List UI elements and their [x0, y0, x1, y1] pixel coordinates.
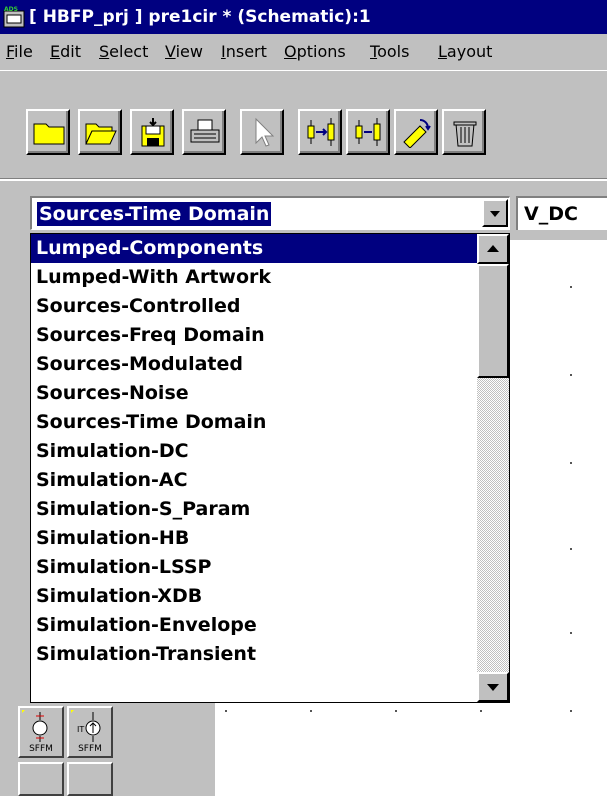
library-option[interactable]: Sources-Time Domain	[31, 408, 477, 437]
window-title: [ HBFP_prj ] pre1cir * (Schematic):1	[29, 7, 371, 27]
left-ruler	[0, 240, 19, 796]
library-dropdown-button[interactable]	[482, 199, 508, 227]
menu-layout-rest: ayout	[446, 42, 493, 61]
menu-select-key: S	[99, 42, 110, 61]
insert-port-button[interactable]	[298, 109, 342, 155]
sffm-source-icon	[22, 710, 48, 742]
menu-view-key: V	[165, 42, 176, 61]
menu-tools[interactable]: Tools	[370, 34, 409, 70]
component-name-field[interactable]: V_DC	[516, 196, 607, 230]
library-option[interactable]: Simulation-Transient	[31, 640, 477, 669]
chevron-down-icon	[490, 211, 500, 217]
dropdown-scrollbar[interactable]	[477, 234, 509, 702]
menu-select-rest: elect	[109, 42, 149, 61]
library-options: Lumped-Components Lumped-With Artwork So…	[31, 234, 477, 669]
menu-options-rest: ptions	[296, 42, 346, 61]
menu-insert-rest: nsert	[225, 42, 267, 61]
menu-insert[interactable]: Insert	[221, 34, 267, 70]
save-button[interactable]	[130, 109, 174, 155]
library-option[interactable]: Sources-Modulated	[31, 350, 477, 379]
insert-port-icon	[307, 118, 335, 146]
grid-dot	[225, 710, 227, 712]
print-button[interactable]	[182, 109, 226, 155]
menu-edit-key: E	[50, 42, 61, 61]
library-option[interactable]: Sources-Freq Domain	[31, 321, 477, 350]
component-name-value: V_DC	[524, 203, 578, 225]
library-option[interactable]: Simulation-HB	[31, 524, 477, 553]
menu-edit-rest: dit	[60, 42, 81, 61]
toolbar-separator	[0, 178, 607, 181]
open-folder-icon	[85, 123, 117, 145]
grid-dot	[310, 710, 312, 712]
palette-item-partial-1[interactable]	[18, 762, 64, 796]
grid-dot	[570, 462, 572, 464]
palette-item-label: SFFM	[29, 744, 53, 754]
grid-dot	[570, 374, 572, 376]
palette-item-label: SFFM	[78, 744, 102, 754]
grid-dot	[570, 548, 572, 550]
ads-app-icon: ADS	[3, 6, 25, 28]
grid-dot	[570, 286, 572, 288]
arrow-up-icon	[487, 245, 499, 252]
select-arrow-icon	[255, 117, 275, 147]
library-option[interactable]: Simulation-Envelope	[31, 611, 477, 640]
rotate-icon	[403, 119, 431, 148]
menu-file-key: F	[6, 42, 15, 61]
rotate-button[interactable]	[394, 109, 438, 155]
menu-edit[interactable]: Edit	[50, 34, 81, 70]
scroll-up-button[interactable]	[477, 234, 509, 264]
arrow-down-icon	[487, 684, 499, 691]
library-option[interactable]: Lumped-With Artwork	[31, 263, 477, 292]
print-icon	[190, 119, 220, 143]
insert-component-icon	[355, 118, 381, 146]
title-bar: ADS [ HBFP_prj ] pre1cir * (Schematic):1	[0, 0, 607, 34]
svg-text:IT: IT	[77, 725, 84, 734]
palette-item-sffm-voltage[interactable]: SFFM	[18, 706, 64, 758]
menu-file-rest: ile	[14, 42, 33, 61]
svg-text:ADS: ADS	[4, 6, 18, 13]
menu-options[interactable]: Options	[284, 34, 346, 70]
menu-select[interactable]: Select	[99, 34, 148, 70]
menu-tools-rest: ools	[377, 42, 410, 61]
library-option[interactable]: Simulation-LSSP	[31, 553, 477, 582]
library-dropdown-list[interactable]: Lumped-Components Lumped-With Artwork So…	[30, 233, 510, 703]
grid-dot	[570, 710, 572, 712]
new-schematic-icon	[33, 123, 65, 145]
menu-layout[interactable]: Layout	[438, 34, 492, 70]
menu-tools-key: T	[370, 42, 378, 61]
menu-options-key: O	[284, 42, 297, 61]
save-icon	[141, 118, 165, 147]
menu-view[interactable]: View	[165, 34, 203, 70]
menu-bar: File Edit Select View Insert Options Too…	[0, 34, 607, 70]
delete-trash-icon	[453, 121, 477, 147]
grid-dot	[480, 710, 482, 712]
insert-component-button[interactable]	[346, 109, 390, 155]
menu-view-rest: iew	[175, 42, 203, 61]
library-option[interactable]: Sources-Controlled	[31, 292, 477, 321]
sffm-current-source-icon: IT	[71, 710, 101, 742]
grid-dot	[395, 710, 397, 712]
library-option[interactable]: Simulation-DC	[31, 437, 477, 466]
new-button[interactable]	[26, 109, 70, 155]
menu-layout-key: L	[438, 42, 447, 61]
open-button[interactable]	[78, 109, 122, 155]
library-option[interactable]: Simulation-S_Param	[31, 495, 477, 524]
palette-item-partial-2[interactable]	[67, 762, 113, 796]
scroll-down-button[interactable]	[477, 672, 509, 702]
toolbar	[0, 70, 607, 179]
library-option[interactable]: Simulation-XDB	[31, 582, 477, 611]
scroll-thumb[interactable]	[477, 264, 509, 378]
library-select-value: Sources-Time Domain	[37, 202, 272, 226]
library-option[interactable]: Lumped-Components	[31, 234, 477, 263]
grid-dot	[570, 632, 572, 634]
library-option[interactable]: Simulation-AC	[31, 466, 477, 495]
select-pointer-button[interactable]	[240, 109, 284, 155]
library-option[interactable]: Sources-Noise	[31, 379, 477, 408]
palette-item-sffm-current[interactable]: IT SFFM	[67, 706, 113, 758]
menu-file[interactable]: File	[6, 34, 33, 70]
library-select[interactable]: Sources-Time Domain	[30, 196, 510, 230]
delete-button[interactable]	[442, 109, 486, 155]
